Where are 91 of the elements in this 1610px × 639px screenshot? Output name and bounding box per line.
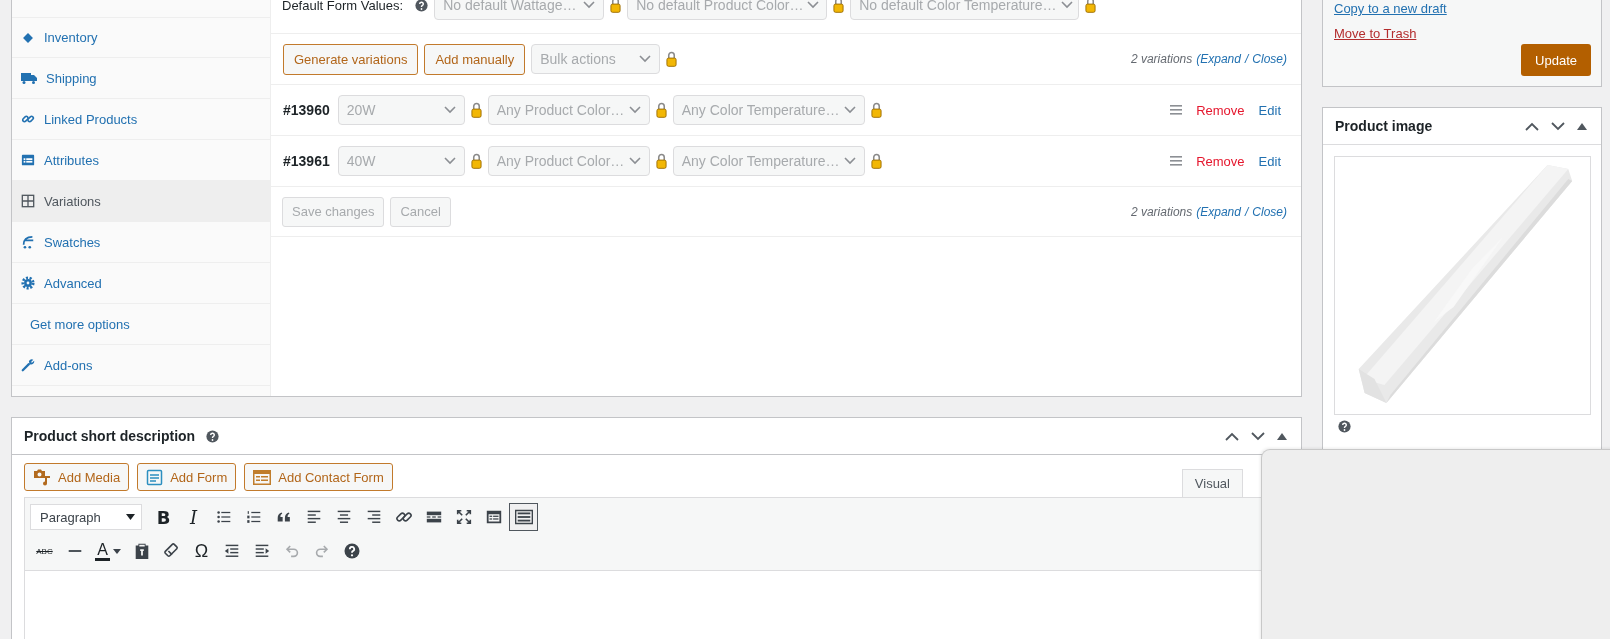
media-button[interactable]: Add Contact Form xyxy=(244,463,393,491)
padlock-icon xyxy=(870,153,882,169)
format-select[interactable]: Paragraph xyxy=(30,504,142,530)
bold-button[interactable]: B xyxy=(149,503,178,531)
product-data-tab[interactable]: Variations xyxy=(12,181,270,222)
triangle-up-icon[interactable] xyxy=(1577,122,1587,130)
chevron-down-icon xyxy=(843,106,856,114)
drag-handle-icon[interactable] xyxy=(1170,156,1183,166)
media-button[interactable]: Add Form xyxy=(137,463,237,491)
chevron-down-icon[interactable] xyxy=(1551,121,1565,131)
caret-icon xyxy=(126,514,135,520)
action-button[interactable]: Add manually xyxy=(424,43,526,75)
chevron-down-icon xyxy=(583,1,596,9)
toggle-button[interactable] xyxy=(509,503,538,531)
swatch-icon xyxy=(21,235,35,249)
padlock-icon xyxy=(470,102,482,118)
chevron-down-icon xyxy=(628,157,641,165)
notepad-icon xyxy=(146,468,164,486)
contact-card-icon xyxy=(253,469,272,485)
product-data-tab[interactable]: Advanced xyxy=(12,263,270,304)
product-data-tab[interactable]: Swatches xyxy=(12,222,270,263)
trash-link[interactable]: Move to Trash xyxy=(1334,24,1417,44)
product-data-tab[interactable]: Linked Products xyxy=(12,99,270,140)
italic-button[interactable]: I xyxy=(179,503,208,531)
link-separator: / xyxy=(1244,204,1249,219)
product-data-tab[interactable]: Get more options xyxy=(12,304,270,345)
product-data-tab[interactable]: Shipping xyxy=(12,58,270,99)
padlock-icon xyxy=(470,153,482,169)
strike-button[interactable]: ABC xyxy=(30,537,59,565)
outdent-icon[interactable] xyxy=(222,542,241,560)
chevron-down-icon xyxy=(1060,1,1073,9)
caret-icon xyxy=(112,548,121,554)
variation-count: 2 variations xyxy=(1130,204,1193,219)
text-color-button[interactable]: A xyxy=(90,537,126,565)
chevron-down-icon xyxy=(443,106,456,114)
padlock-icon xyxy=(655,102,667,118)
editor-tab[interactable]: Visual xyxy=(1181,469,1243,497)
link-separator: / xyxy=(1244,52,1249,66)
help-icon[interactable] xyxy=(1338,420,1351,433)
update-button[interactable]: Update xyxy=(1521,44,1591,76)
expand-close-link[interactable]: Close) xyxy=(1252,204,1287,219)
expand-close-link[interactable]: (Expand xyxy=(1196,204,1241,219)
chevron-down-icon xyxy=(639,55,652,63)
box-title: Product image xyxy=(1335,118,1433,134)
drag-handle-icon[interactable] xyxy=(1170,105,1183,115)
chevron-down-icon xyxy=(443,157,456,165)
form-icon[interactable] xyxy=(484,508,503,526)
variation-id: #13961 xyxy=(283,153,330,169)
remove-link[interactable]: Remove xyxy=(1196,153,1245,169)
action-button[interactable]: Generate variations xyxy=(283,43,419,75)
help-icon[interactable] xyxy=(343,543,360,559)
omega-button[interactable]: Ω xyxy=(187,537,216,565)
chevron-up-icon[interactable] xyxy=(1525,121,1539,131)
bulleted-list-icon[interactable] xyxy=(214,508,233,526)
chevron-up-icon[interactable] xyxy=(1225,431,1239,441)
gear-icon xyxy=(21,276,35,290)
padlock-icon xyxy=(870,102,882,118)
chevron-down-icon[interactable] xyxy=(1251,431,1265,441)
field-label: Default Form Values: xyxy=(282,0,404,13)
grid-icon xyxy=(21,194,35,208)
truck-icon xyxy=(21,71,37,85)
product-data-tab[interactable]: Add-ons xyxy=(12,345,270,386)
product-data-tab[interactable]: Inventory xyxy=(12,17,270,58)
media-button[interactable]: Add Media xyxy=(24,463,130,491)
padlock-icon xyxy=(1085,0,1097,13)
copy-draft-link[interactable]: Copy to a new draft xyxy=(1334,0,1447,19)
box-title: Product short description xyxy=(24,428,196,444)
expand-close-link[interactable]: Close) xyxy=(1252,52,1287,66)
help-icon[interactable] xyxy=(206,429,220,443)
eraser-icon[interactable] xyxy=(162,542,181,560)
keyboard-icon[interactable] xyxy=(513,508,534,526)
chevron-down-icon xyxy=(628,106,641,114)
list-card-icon xyxy=(21,153,35,167)
edit-link[interactable]: Edit xyxy=(1258,153,1281,169)
padlock-icon xyxy=(666,51,678,67)
chevron-down-icon xyxy=(807,1,820,9)
camera-music-icon xyxy=(33,468,51,486)
chevron-down-icon xyxy=(843,157,856,165)
padlock-icon xyxy=(833,0,845,13)
remove-link[interactable]: Remove xyxy=(1196,102,1245,118)
fullscreen-icon[interactable] xyxy=(454,508,473,526)
expand-close-link[interactable]: (Expand xyxy=(1196,52,1241,66)
variation-count: 2 variations xyxy=(1130,52,1193,66)
triangle-up-icon[interactable] xyxy=(1277,432,1287,440)
help-icon[interactable] xyxy=(415,0,429,12)
variation-id: #13960 xyxy=(283,102,330,118)
padlock-icon xyxy=(655,153,667,169)
wrench-icon xyxy=(21,358,35,372)
edit-link[interactable]: Edit xyxy=(1258,102,1281,118)
numbered-list-icon[interactable] xyxy=(244,508,263,526)
padlock-icon xyxy=(610,0,622,13)
